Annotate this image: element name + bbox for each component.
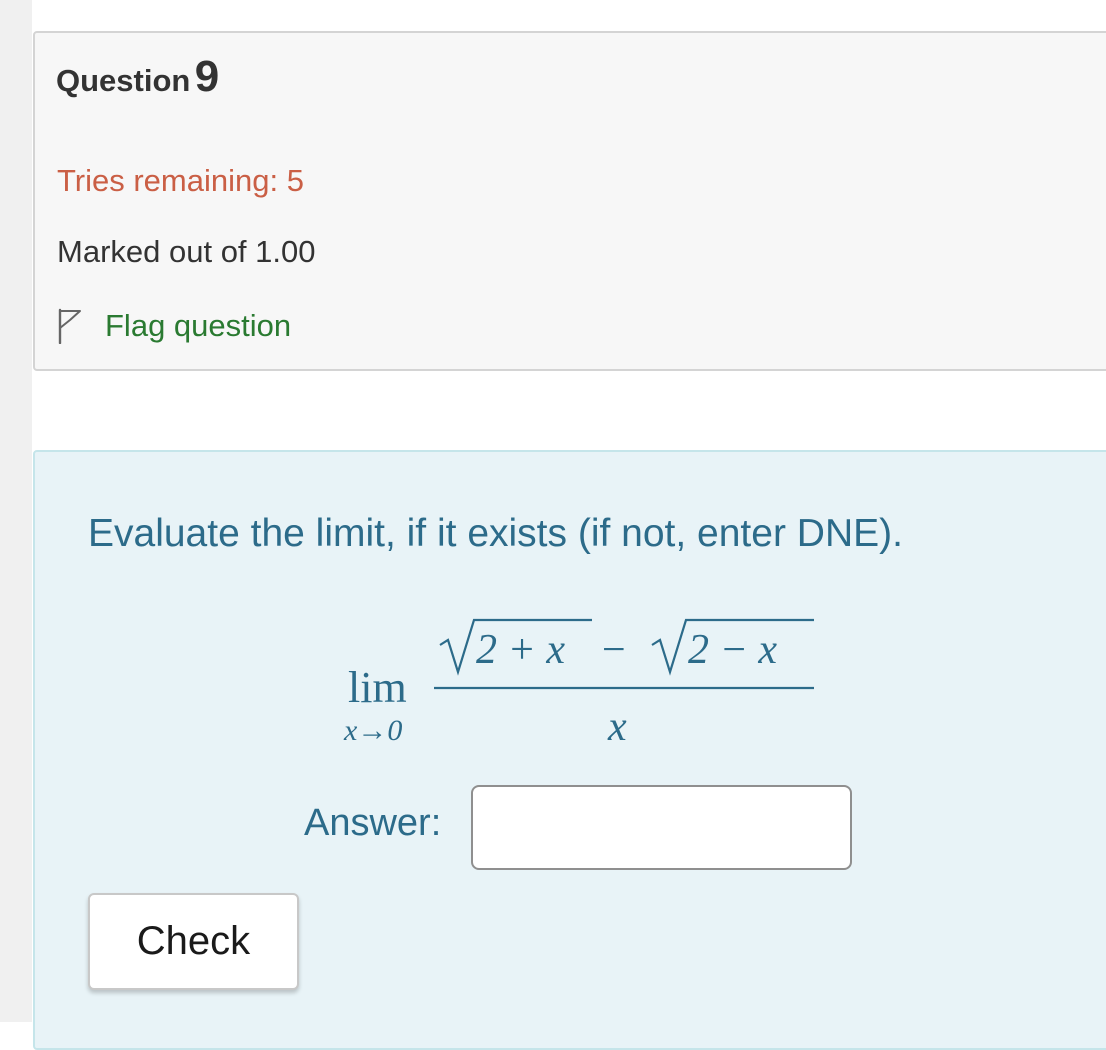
flag-question-label: Flag question	[105, 308, 292, 343]
flag-icon	[58, 308, 81, 344]
tries-remaining: Tries remaining: 5	[57, 163, 304, 198]
check-button[interactable]: Check	[88, 893, 299, 990]
answer-label: Answer:	[304, 802, 442, 844]
marked-out-of: Marked out of 1.00	[57, 234, 316, 269]
numerator-left: 2 + x	[476, 627, 565, 673]
question-prompt: Evaluate the limit, if it exists (if not…	[88, 512, 903, 555]
lim-subscript: x→0	[343, 714, 402, 747]
denominator: x	[607, 704, 627, 750]
question-number: 9	[194, 52, 220, 101]
flag-question-link[interactable]: Flag question	[57, 306, 291, 346]
question-label: Question	[56, 63, 191, 98]
question-heading: Question 9	[56, 52, 219, 102]
lim-text: lim	[348, 663, 407, 712]
limit-expression: lim x→0 2 + x − 2 − x x	[343, 618, 814, 750]
numerator-minus: −	[602, 627, 626, 673]
page-gutter	[0, 0, 32, 1022]
numerator-right: 2 − x	[688, 627, 777, 673]
answer-input[interactable]	[471, 785, 852, 870]
